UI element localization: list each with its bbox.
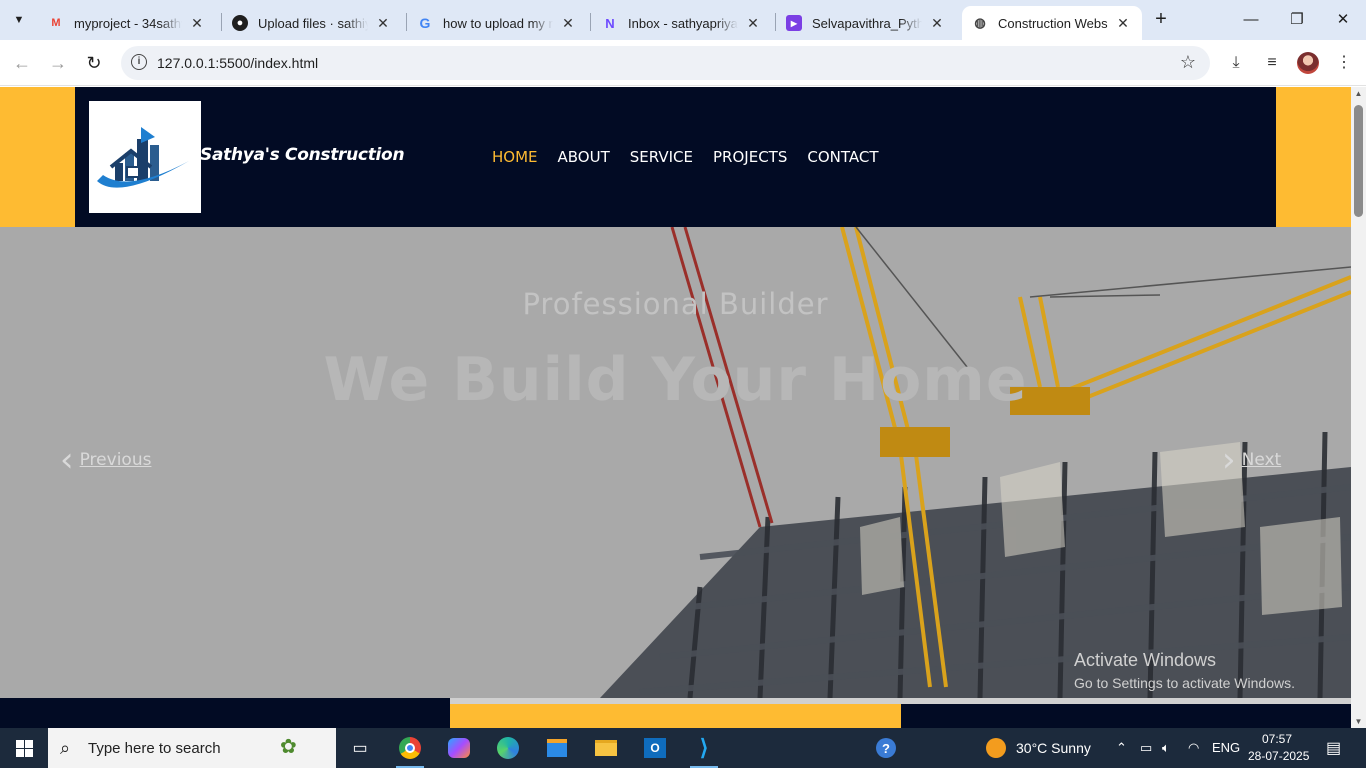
nav-projects[interactable]: PROJECTS [713, 148, 787, 166]
hero-carousel: Professional Builder We Build Your Home … [0, 227, 1351, 698]
tab-search-chevron-icon[interactable]: ▼ [6, 8, 32, 32]
chrome-icon[interactable] [390, 732, 430, 768]
page-scrollbar[interactable]: ▲ ▼ [1351, 87, 1366, 728]
activate-windows-watermark: Activate Windows Go to Settings to activ… [1074, 650, 1295, 691]
browser-tab[interactable]: G how to upload my mi ✕ [407, 6, 587, 40]
file-explorer-icon[interactable] [586, 732, 626, 764]
video-icon: ▶ [786, 15, 802, 31]
globe-icon: ◍ [974, 15, 986, 30]
tab-title: how to upload my mi [443, 15, 553, 31]
taskbar-search-box[interactable]: ⌕ Type here to search ✿ [48, 728, 336, 768]
menu-kebab-icon[interactable]: ⋮ [1332, 51, 1356, 75]
new-tab-button[interactable]: + [1150, 8, 1172, 32]
language-indicator[interactable]: ENG [1212, 740, 1240, 755]
main-menu: HOME ABOUT SERVICE PROJECTS CONTACT [492, 148, 879, 166]
site-info-icon[interactable]: i [131, 54, 147, 70]
site-logo[interactable] [89, 101, 201, 213]
download-icon[interactable]: ⤓ [1224, 51, 1248, 75]
carousel-previous-button[interactable]: ‹ Previous [60, 440, 152, 480]
hero-subtitle: Professional Builder [522, 287, 829, 321]
microsoft-store-icon[interactable] [537, 732, 577, 764]
task-view-icon[interactable]: ▭ [340, 732, 380, 764]
profile-avatar[interactable] [1297, 52, 1319, 74]
wifi-icon[interactable]: ◠ [1188, 740, 1199, 756]
clock-time[interactable]: 07:57 [1262, 732, 1292, 746]
web-page: Sathya's Construction HOME ABOUT SERVICE… [0, 87, 1351, 698]
carousel-next-button[interactable]: › Next [1222, 440, 1282, 480]
browser-toolbar: ← → ↻ i 127.0.0.1:5500/index.html ☆ ⤓ ≡ … [0, 40, 1366, 86]
next-section-preview [0, 698, 1351, 728]
tab-close-icon[interactable]: ✕ [1114, 15, 1132, 32]
help-icon[interactable]: ? [866, 732, 906, 764]
weather-text[interactable]: 30°C Sunny [1016, 740, 1091, 756]
restore-button[interactable]: ❐ [1274, 8, 1320, 32]
clock-date[interactable]: 28-07-2025 [1248, 749, 1309, 763]
nav-home[interactable]: HOME [492, 148, 538, 166]
minimize-button[interactable]: — [1228, 8, 1274, 32]
notification-icon[interactable]: ▤ [1326, 738, 1341, 758]
site-navbar: Sathya's Construction HOME ABOUT SERVICE… [75, 87, 1276, 227]
browser-tab[interactable]: ▶ Selvapavithra_Python ✕ [776, 6, 956, 40]
tab-title: myproject - 34sathya [74, 15, 182, 31]
edge-icon[interactable] [488, 732, 528, 764]
browser-tab-strip: ▼ M myproject - 34sathya ✕ ● Upload file… [0, 0, 1366, 40]
windows-taskbar: ⌕ Type here to search ✿ ▭ O ⟩ ? 30°C Sun… [0, 728, 1366, 768]
browser-tab[interactable]: ● Upload files · sathiyap ✕ [222, 6, 402, 40]
tab-close-icon[interactable]: ✕ [188, 15, 206, 32]
volume-icon[interactable]: 🔈︎ [1162, 740, 1170, 756]
scrollbar-thumb[interactable] [1354, 105, 1363, 217]
carousel-next-label: Next [1241, 450, 1282, 470]
reload-icon[interactable]: ↻ [81, 50, 107, 76]
tab-title: Inbox - sathyapriyap [628, 15, 738, 31]
github-icon: ● [232, 15, 248, 31]
browser-tab[interactable]: M myproject - 34sathya ✕ [38, 6, 216, 40]
tab-close-icon[interactable]: ✕ [744, 15, 762, 32]
browser-tab[interactable]: N Inbox - sathyapriyap ✕ [592, 6, 772, 40]
nav-about[interactable]: ABOUT [558, 148, 610, 166]
tab-title: Construction Website [998, 15, 1108, 31]
url-text[interactable]: 127.0.0.1:5500/index.html [157, 55, 318, 71]
forward-arrow-icon[interactable]: → [45, 50, 71, 76]
copilot-icon[interactable] [439, 732, 479, 764]
bookmark-star-icon[interactable]: ☆ [1180, 52, 1196, 73]
taskbar-search-placeholder: Type here to search [88, 740, 221, 757]
tab-close-icon[interactable]: ✕ [928, 15, 946, 32]
brand-name: Sathya's Construction [200, 145, 405, 165]
watermark-title: Activate Windows [1074, 650, 1217, 670]
battery-icon[interactable]: ▭ [1140, 740, 1152, 756]
back-arrow-icon[interactable]: ← [9, 50, 35, 76]
outlook-icon[interactable]: O [635, 732, 675, 764]
vscode-icon[interactable]: ⟩ [684, 732, 724, 768]
media-controls-icon[interactable]: ≡ [1260, 51, 1284, 75]
nav-contact[interactable]: CONTACT [807, 148, 878, 166]
close-window-button[interactable]: ✕ [1320, 8, 1366, 32]
google-icon: G [419, 15, 431, 31]
accent-block [450, 704, 901, 728]
search-icon: ⌕ [60, 738, 71, 758]
tab-close-icon[interactable]: ✕ [559, 15, 577, 32]
tab-title: Selvapavithra_Python [812, 15, 922, 31]
windows-start-button[interactable] [0, 728, 48, 768]
hero-title: We Build Your Home [323, 345, 1028, 415]
plant-icon: ✿ [280, 736, 297, 758]
chevron-up-icon[interactable]: ⌃ [1116, 740, 1127, 756]
tab-separator [590, 13, 591, 31]
weather-sun-icon[interactable] [986, 738, 1006, 758]
construction-logo-icon [97, 127, 189, 188]
chevron-right-icon: › [1222, 440, 1236, 480]
browser-tab-active[interactable]: ◍ Construction Website ✕ [962, 6, 1142, 40]
watermark-subtitle: Go to Settings to activate Windows. [1074, 675, 1295, 691]
gmail-icon: M [51, 17, 61, 29]
nav-service[interactable]: SERVICE [630, 148, 693, 166]
scroll-down-icon[interactable]: ▼ [1351, 717, 1366, 726]
proton-mail-icon: N [605, 15, 615, 31]
scroll-up-icon[interactable]: ▲ [1351, 89, 1366, 98]
carousel-previous-label: Previous [79, 450, 152, 470]
tab-title: Upload files · sathiyap [258, 15, 368, 31]
tab-close-icon[interactable]: ✕ [374, 15, 392, 32]
address-bar[interactable]: i 127.0.0.1:5500/index.html ☆ [121, 46, 1210, 80]
chevron-left-icon: ‹ [60, 440, 74, 480]
